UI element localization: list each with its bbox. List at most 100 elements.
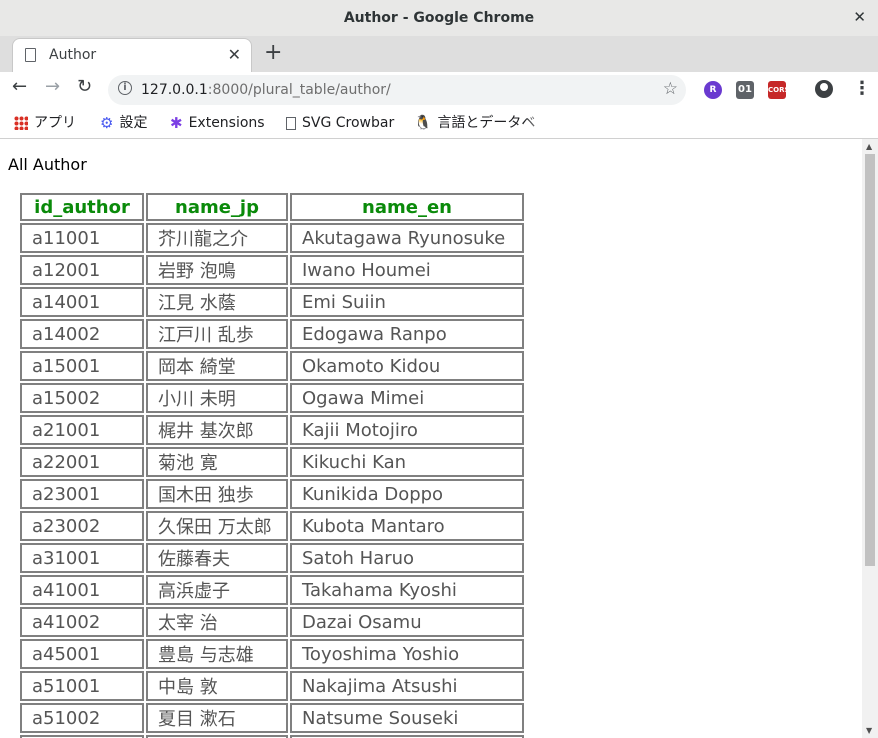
table-row: a51002 夏目 漱石 Natsume Souseki: [20, 703, 524, 733]
cell-name-jp: 太宰 治: [146, 607, 288, 637]
cell-id-author: a15001: [20, 351, 144, 381]
cell-name-jp: 国木田 独歩: [146, 479, 288, 509]
cell-id-author: a23002: [20, 511, 144, 541]
bookmark-settings[interactable]: ⚙ 設定: [100, 112, 147, 134]
address-bar[interactable]: i 127.0.0.1:8000/plural_table/author/ ☆: [108, 75, 686, 105]
cell-id-author: a51002: [20, 703, 144, 733]
table-row: a21001 梶井 基次郎 Kajii Motojiro: [20, 415, 524, 445]
cell-name-en: Emi Suiin: [290, 287, 524, 317]
url-host: 127.0.0.1: [141, 82, 208, 98]
cell-id-author: a31001: [20, 543, 144, 573]
table-row: a51001 中島 敦 Nakajima Atsushi: [20, 671, 524, 701]
cell-name-en: Akutagawa Ryunosuke: [290, 223, 524, 253]
table-row: a15002 小川 未明 Ogawa Mimei: [20, 383, 524, 413]
cell-name-en: Dazai Osamu: [290, 607, 524, 637]
bookmark-language-db[interactable]: 🐧 言語とデータベ: [414, 112, 552, 134]
apps-grid-icon: [14, 116, 28, 130]
cell-name-jp: 中島 敦: [146, 671, 288, 701]
tab-strip: Author ✕ +: [0, 36, 878, 72]
cors-extension-icon[interactable]: CORS: [768, 81, 790, 99]
cell-name-en: Kunikida Doppo: [290, 479, 524, 509]
cell-name-en: Kikuchi Kan: [290, 447, 524, 477]
scroll-up-arrow-icon[interactable]: ▲: [866, 142, 872, 151]
forward-arrow-icon[interactable]: →: [45, 76, 60, 97]
bookmark-extensions[interactable]: ✱ Extensions: [170, 112, 265, 134]
puzzle-icon: ✱: [170, 114, 183, 132]
cell-name-en: Toyoshima Yoshio: [290, 639, 524, 669]
binary-extension-icon[interactable]: 01: [736, 81, 754, 99]
bookmark-label: SVG Crowbar: [302, 115, 395, 131]
cell-name-en: Nakajima Atsushi: [290, 671, 524, 701]
gear-icon: ⚙: [100, 114, 114, 132]
cell-id-author: a45001: [20, 639, 144, 669]
table-row: a14001 江見 水蔭 Emi Suiin: [20, 287, 524, 317]
profile-avatar-icon[interactable]: [815, 80, 833, 98]
cell-name-en: Kajii Motojiro: [290, 415, 524, 445]
cell-name-en: Okamoto Kidou: [290, 351, 524, 381]
table-row: a23001 国木田 独歩 Kunikida Doppo: [20, 479, 524, 509]
cell-id-author: a15002: [20, 383, 144, 413]
cell-id-author: a21001: [20, 415, 144, 445]
bookmark-label: 設定: [119, 115, 148, 131]
cell-name-jp: 小川 未明: [146, 383, 288, 413]
cell-name-jp: 岡本 綺堂: [146, 351, 288, 381]
cell-name-jp: 江戸川 乱歩: [146, 319, 288, 349]
bookmark-svg-crowbar[interactable]: SVG Crowbar: [286, 112, 394, 134]
new-tab-icon[interactable]: +: [264, 40, 282, 65]
cell-name-en: Iwano Houmei: [290, 255, 524, 285]
tab-close-icon[interactable]: ✕: [228, 45, 241, 64]
reload-icon[interactable]: ↻: [77, 76, 92, 97]
table-row: a45001 豊島 与志雄 Toyoshima Yoshio: [20, 639, 524, 669]
url-path: :8000/plural_table/author/: [207, 82, 391, 98]
menu-kebab-icon[interactable]: ⋮: [853, 78, 871, 99]
window-titlebar: Author - Google Chrome ✕: [0, 0, 878, 37]
table-row: a11001 芥川龍之介 Akutagawa Ryunosuke: [20, 223, 524, 253]
r-extension-icon[interactable]: R: [704, 81, 722, 99]
column-header-id-author: id_author: [20, 193, 144, 221]
window-title: Author - Google Chrome: [343, 10, 535, 26]
column-header-name-en: name_en: [290, 193, 524, 221]
table-row: a41001 高浜虚子 Takahama Kyoshi: [20, 575, 524, 605]
bookmark-star-icon[interactable]: ☆: [663, 79, 678, 99]
table-row: a14002 江戸川 乱歩 Edogawa Ranpo: [20, 319, 524, 349]
cell-id-author: a51001: [20, 671, 144, 701]
penguin-icon: 🐧: [414, 115, 432, 131]
table-row: a22001 菊池 寛 Kikuchi Kan: [20, 447, 524, 477]
table-row: a23002 久保田 万太郎 Kubota Mantaro: [20, 511, 524, 541]
document-icon: [286, 116, 296, 130]
cell-name-en: Kubota Mantaro: [290, 511, 524, 541]
table-row: a12001 岩野 泡鳴 Iwano Houmei: [20, 255, 524, 285]
bookmark-label: Extensions: [188, 115, 265, 131]
cell-id-author: a14001: [20, 287, 144, 317]
bookmark-apps[interactable]: アプリ: [14, 112, 76, 134]
cell-name-en: Edogawa Ranpo: [290, 319, 524, 349]
cell-id-author: a41002: [20, 607, 144, 637]
cell-name-en: Ogawa Mimei: [290, 383, 524, 413]
scrollbar-thumb[interactable]: [865, 154, 875, 566]
page-icon: [25, 48, 36, 62]
bookmark-label: 言語とデータベ: [437, 115, 536, 131]
author-table: id_author name_jp name_en a11001 芥川龍之介 Aku…: [18, 191, 526, 738]
page-scrollbar[interactable]: ▲ ▼: [862, 139, 878, 738]
scroll-down-arrow-icon[interactable]: ▼: [866, 726, 872, 735]
bookmark-label: アプリ: [34, 115, 76, 131]
back-arrow-icon[interactable]: ←: [12, 76, 27, 97]
cell-name-jp: 高浜虚子: [146, 575, 288, 605]
tab-author[interactable]: Author ✕: [12, 38, 252, 72]
cell-name-jp: 江見 水蔭: [146, 287, 288, 317]
cell-id-author: a41001: [20, 575, 144, 605]
table-header-row: id_author name_jp name_en: [20, 193, 524, 221]
cell-id-author: a23001: [20, 479, 144, 509]
cell-name-jp: 佐藤春夫: [146, 543, 288, 573]
site-info-icon[interactable]: i: [118, 81, 132, 95]
browser-toolbar: ← → ↻ i 127.0.0.1:8000/plural_table/auth…: [0, 72, 878, 108]
cell-id-author: a11001: [20, 223, 144, 253]
cell-name-en: Natsume Souseki: [290, 703, 524, 733]
table-row: a15001 岡本 綺堂 Okamoto Kidou: [20, 351, 524, 381]
cell-id-author: a12001: [20, 255, 144, 285]
url-text[interactable]: 127.0.0.1:8000/plural_table/author/: [141, 82, 391, 98]
tab-title: Author: [49, 47, 97, 63]
cell-name-jp: 梶井 基次郎: [146, 415, 288, 445]
bookmarks-bar: アプリ ⚙ 設定 ✱ Extensions SVG Crowbar 🐧 言語とデータベ: [0, 108, 878, 139]
window-close-icon[interactable]: ✕: [853, 8, 866, 26]
